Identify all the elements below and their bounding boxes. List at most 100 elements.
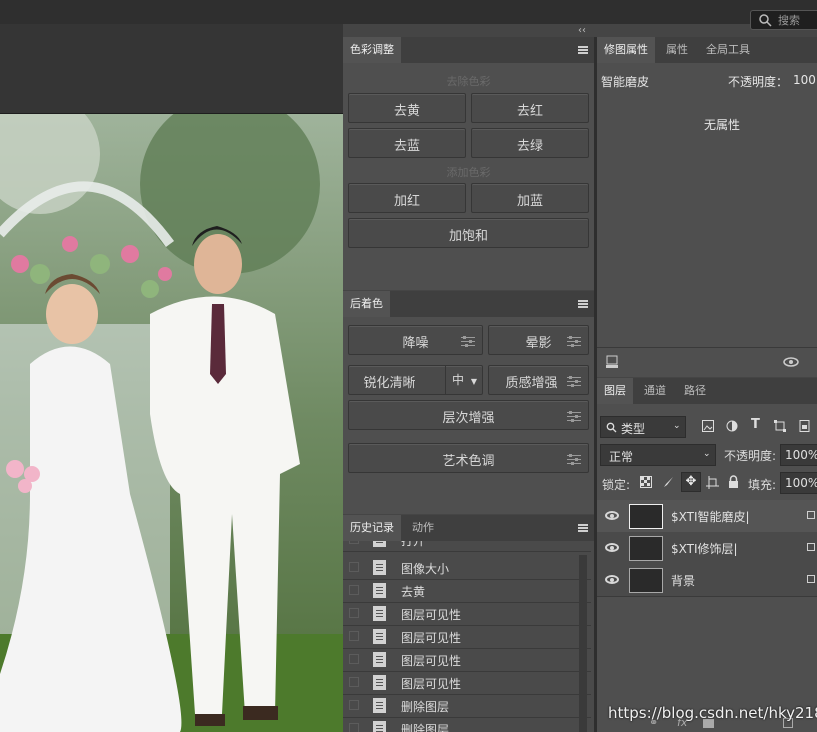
color-adjust-tabbar: 色彩调整 [343, 37, 594, 63]
shape-filter-icon[interactable] [774, 420, 786, 432]
document-icon [373, 721, 386, 732]
list-item[interactable]: 图层可见性 [343, 672, 591, 695]
panel-menu-icon[interactable] [578, 46, 588, 54]
document-icon [373, 583, 386, 598]
history-tabbar: 历史记录 动作 [343, 515, 594, 541]
layer-row-background[interactable]: 背景 [597, 564, 817, 597]
layer-thumbnail [629, 504, 663, 529]
texture-enhance-button[interactable]: 质感增强 [488, 365, 589, 395]
lock-position-icon[interactable]: ✥ [681, 472, 701, 492]
adjustment-filter-icon[interactable] [726, 420, 738, 432]
layer-name: $XTI智能磨皮| [671, 510, 750, 524]
tab-retouch-properties[interactable]: 修图属性 [597, 37, 655, 63]
history-scrollbar[interactable] [579, 555, 587, 732]
tab-global-tools[interactable]: 全局工具 [699, 37, 757, 63]
properties-opacity-label: 不透明度： [728, 75, 789, 89]
properties-tabbar: 修图属性 属性 全局工具 [597, 37, 817, 63]
search-icon[interactable] [758, 13, 772, 27]
history-snapshot-checkbox[interactable] [349, 631, 359, 641]
eye-icon[interactable] [605, 543, 619, 552]
document-icon [373, 675, 386, 690]
fill-value: 100% [785, 476, 817, 490]
document-icon [373, 560, 386, 575]
layer-enhance-button[interactable]: 层次增强 [348, 400, 589, 430]
tab-paths[interactable]: 路径 [677, 378, 713, 404]
tab-properties[interactable]: 属性 [659, 37, 695, 63]
list-item[interactable]: 图像大小 [343, 557, 591, 580]
blend-mode-select[interactable]: 正常 ⌄ [600, 444, 716, 466]
sharpen-level-select[interactable]: 中 ▼ [445, 366, 483, 394]
sliders-icon [567, 375, 581, 387]
layer-name: $XTI修饰层| [671, 542, 738, 556]
list-item[interactable]: 图层可见性 [343, 649, 591, 672]
history-list: 打开 图像大小 去黄 图层可见性 图层可见性 图层可见性 图层可见性 删除图层 [343, 541, 594, 732]
layer-filter-select[interactable]: 类型 ⌄ [600, 416, 686, 438]
list-item[interactable]: 图层可见性 [343, 603, 591, 626]
history-snapshot-checkbox[interactable] [349, 541, 359, 544]
type-filter-icon[interactable]: T [751, 417, 760, 432]
eye-icon[interactable] [783, 357, 799, 367]
tab-layers[interactable]: 图层 [597, 378, 633, 404]
lock-icon [807, 543, 815, 551]
document-canvas-photo[interactable] [0, 114, 343, 732]
tab-history[interactable]: 历史记录 [343, 515, 401, 541]
panel-menu-icon[interactable] [578, 524, 588, 532]
history-snapshot-checkbox[interactable] [349, 700, 359, 710]
history-snapshot-checkbox[interactable] [349, 585, 359, 595]
fill-label: 填充: [748, 478, 777, 492]
history-snapshot-checkbox[interactable] [349, 608, 359, 618]
layer-opacity-input[interactable]: 100% [780, 444, 817, 466]
lock-artboard-icon[interactable] [706, 476, 719, 489]
list-item[interactable]: 打开 [343, 541, 591, 552]
lock-transparent-pixels-icon[interactable] [640, 476, 652, 488]
search-icon [606, 422, 617, 433]
lock-image-pixels-icon[interactable] [662, 476, 674, 488]
sliders-icon [461, 335, 475, 347]
remove-yellow-button[interactable]: 去黄 [348, 93, 466, 123]
layers-tabbar: 图层 通道 路径 [597, 378, 817, 404]
add-color-section-header: 添加色彩 [446, 166, 491, 179]
properties-opacity-value[interactable]: 100 [793, 73, 816, 87]
art-tone-button[interactable]: 艺术色调 [348, 443, 589, 473]
history-snapshot-checkbox[interactable] [349, 677, 359, 687]
add-blue-button[interactable]: 加蓝 [471, 183, 589, 213]
document-icon [373, 652, 386, 667]
add-red-button[interactable]: 加红 [348, 183, 466, 213]
image-filter-icon[interactable] [702, 420, 714, 432]
history-snapshot-checkbox[interactable] [349, 654, 359, 664]
collapse-panels-icon[interactable]: ‹‹ [578, 25, 586, 36]
document-icon [373, 698, 386, 713]
smart-object-filter-icon[interactable] [799, 420, 810, 432]
list-item[interactable]: 去黄 [343, 580, 591, 603]
history-snapshot-checkbox[interactable] [349, 723, 359, 732]
fill-input[interactable]: 100% [780, 472, 817, 494]
layer-filter-icons: T [700, 417, 817, 436]
tab-actions[interactable]: 动作 [405, 515, 441, 541]
list-item[interactable]: 删除图层 [343, 718, 591, 732]
layer-opacity-value: 100% [785, 448, 817, 462]
lock-all-icon[interactable] [728, 475, 739, 488]
layer-row-smart-retouch[interactable]: $XTI智能磨皮| [597, 500, 817, 533]
list-item[interactable]: 删除图层 [343, 695, 591, 718]
layer-row-retouch[interactable]: $XTI修饰层| [597, 532, 817, 565]
denoise-button[interactable]: 降噪 [348, 325, 483, 355]
tab-color-adjust[interactable]: 色彩调整 [343, 37, 401, 63]
lock-icon [807, 575, 815, 583]
sharpen-button[interactable]: 锐化清晰 中 ▼ [348, 365, 483, 395]
remove-red-button[interactable]: 去红 [471, 93, 589, 123]
stamp-icon[interactable] [605, 355, 619, 369]
eye-icon[interactable] [605, 511, 619, 520]
chevron-down-icon: ⌄ [703, 449, 711, 459]
layer-thumbnail [629, 536, 663, 561]
list-item[interactable]: 图层可见性 [343, 626, 591, 649]
tab-post-color[interactable]: 后着色 [343, 291, 390, 317]
remove-green-button[interactable]: 去绿 [471, 128, 589, 158]
remove-blue-button[interactable]: 去蓝 [348, 128, 466, 158]
tab-channels[interactable]: 通道 [637, 378, 673, 404]
halo-button[interactable]: 晕影 [488, 325, 589, 355]
eye-icon[interactable] [605, 575, 619, 584]
app-top-bar [0, 0, 817, 24]
history-snapshot-checkbox[interactable] [349, 562, 359, 572]
panel-menu-icon[interactable] [578, 300, 588, 308]
add-saturation-button[interactable]: 加饱和 [348, 218, 589, 248]
